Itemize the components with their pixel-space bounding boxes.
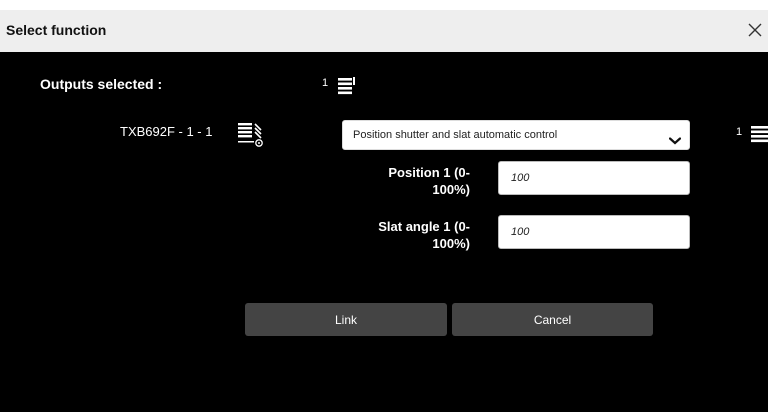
function-select-value: Position shutter and slat automatic cont… [353, 129, 558, 141]
outputs-count: 1 [322, 77, 329, 89]
position-label-line2: 100%) [432, 182, 470, 197]
dialog-title: Select function [6, 22, 107, 38]
shutter-stack-icon [335, 74, 357, 101]
shutter-device-icon [236, 120, 266, 155]
shutter-stack-icon [748, 122, 768, 149]
outputs-selected-label: Outputs selected : [40, 76, 163, 92]
close-icon[interactable] [744, 16, 766, 44]
position-label-line1: Position 1 (0- [388, 165, 470, 180]
cancel-button[interactable]: Cancel [452, 303, 653, 336]
slat-angle-label-line1: Slat angle 1 (0- [378, 219, 470, 234]
slat-angle-input[interactable] [498, 215, 690, 249]
position-input[interactable] [498, 161, 690, 195]
device-name: TXB692F - 1 - 1 [120, 124, 213, 139]
chevron-down-icon [668, 132, 682, 150]
dialog-body: Outputs selected : 1 TXB692F - 1 - 1 Pos… [0, 52, 768, 412]
position-label: Position 1 (0- 100%) [388, 164, 470, 198]
slat-angle-label-line2: 100%) [432, 236, 470, 251]
device-output-count: 1 [736, 126, 743, 138]
function-select[interactable]: Position shutter and slat automatic cont… [342, 120, 690, 150]
link-button[interactable]: Link [245, 303, 447, 336]
slat-angle-label: Slat angle 1 (0- 100%) [378, 218, 470, 252]
dialog-titlebar: Select function [0, 10, 768, 52]
